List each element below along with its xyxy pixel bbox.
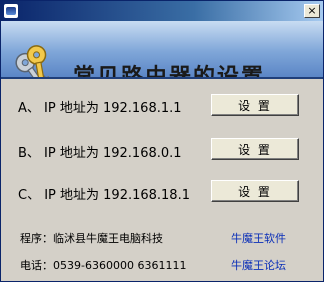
app-window: × 常见路由器的设置 A、 IP 地址为 192.168 bbox=[0, 0, 324, 282]
software-link[interactable]: 牛魔王软件 bbox=[231, 230, 286, 246]
title-bar[interactable]: × bbox=[1, 1, 323, 21]
program-credit: 程序：临沭县牛魔王电脑科技 bbox=[20, 232, 163, 245]
router-a-label: A、 IP 地址为 192.168.1.1 bbox=[18, 101, 182, 116]
header-banner: 常见路由器的设置 bbox=[1, 21, 323, 91]
router-a-settings-button[interactable]: 设 置 bbox=[211, 94, 299, 116]
phone-info: 电话：0539-6360000 6361111 bbox=[20, 259, 187, 272]
app-icon[interactable] bbox=[4, 4, 18, 18]
close-icon: × bbox=[307, 4, 317, 17]
router-c-label: C、 IP 地址为 192.168.18.1 bbox=[18, 188, 190, 203]
main-panel: A、 IP 地址为 192.168.1.1 设 置 B、 IP 地址为 192.… bbox=[1, 79, 323, 281]
router-c-settings-button[interactable]: 设 置 bbox=[211, 180, 299, 202]
close-button[interactable]: × bbox=[304, 4, 320, 18]
router-b-label: B、 IP 地址为 192.168.0.1 bbox=[18, 146, 182, 161]
router-b-settings-button[interactable]: 设 置 bbox=[211, 138, 299, 160]
forum-link[interactable]: 牛魔王论坛 bbox=[231, 257, 286, 273]
